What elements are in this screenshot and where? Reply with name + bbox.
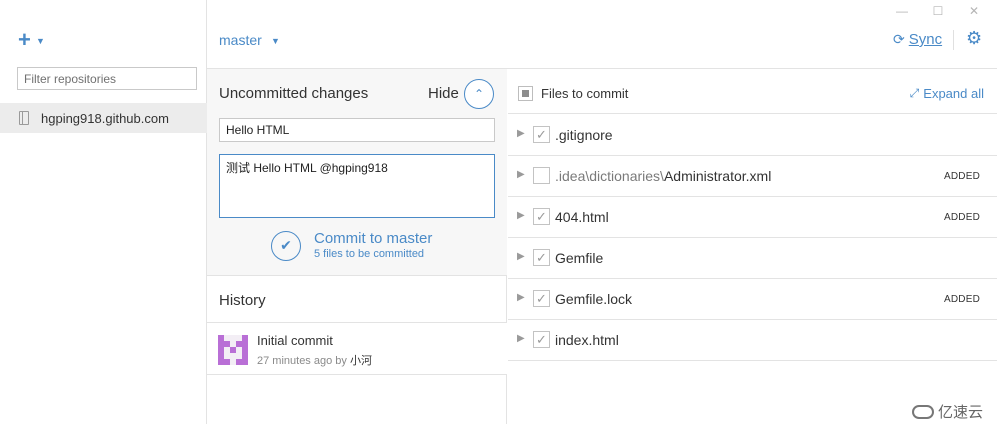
watermark: 亿速云 — [911, 401, 983, 422]
close-icon[interactable]: ✕ — [967, 4, 981, 18]
minimize-icon[interactable]: — — [895, 4, 909, 18]
maximize-icon[interactable]: ☐ — [931, 4, 945, 18]
file-checkbox[interactable]: ✓ — [533, 290, 550, 307]
file-status: ADDED — [943, 171, 980, 182]
file-checkbox[interactable]: ✓ — [533, 126, 550, 143]
commit-label: Commit to master — [314, 230, 433, 247]
filter-repositories-input[interactable] — [17, 67, 197, 90]
changes-column: Uncommitted changes Hide ⌃ 测试 Hello HTML… — [207, 69, 507, 424]
sync-icon: ⟳ — [893, 31, 905, 47]
history-title: History — [219, 292, 266, 309]
sync-label: Sync — [908, 31, 943, 48]
branch-selector[interactable]: master — [219, 32, 262, 48]
header-divider — [953, 30, 954, 50]
checkmark-icon: ✔ — [271, 230, 301, 261]
file-name: index.html — [555, 332, 619, 348]
add-menu-caret-icon[interactable]: ▼ — [36, 36, 45, 46]
gear-icon[interactable]: ⚙ — [966, 28, 982, 49]
files-to-commit-label: Files to commit — [541, 86, 629, 101]
branch-caret-icon[interactable]: ▼ — [271, 36, 280, 46]
file-row[interactable]: ▶ ✓ Gemfile.lock ADDED — [508, 279, 997, 320]
file-name: 404.html — [555, 209, 609, 225]
commit-files-count: 5 files to be committed — [314, 248, 425, 260]
file-row[interactable]: ▶ ✓ .gitignore — [508, 115, 997, 156]
file-name: Gemfile — [555, 250, 604, 266]
file-checkbox[interactable]: ✓ — [533, 208, 550, 225]
watermark-text: 亿速云 — [937, 403, 983, 421]
expand-all-label: Expand all — [923, 86, 984, 101]
cloud-logo-icon — [911, 404, 934, 419]
commit-meta: 27 minutes ago by 小河 — [257, 352, 372, 368]
file-name: .gitignore — [555, 127, 613, 143]
collapse-button[interactable]: ⌃ — [464, 79, 494, 109]
file-status: ADDED — [943, 294, 980, 305]
file-row[interactable]: ▶ ✓ 404.html ADDED — [508, 197, 997, 238]
history-commit-item[interactable]: Initial commit 27 minutes ago by 小河 — [207, 323, 507, 375]
file-name: Gemfile.lock — [555, 291, 633, 307]
commit-button[interactable]: ✔ Commit to master 5 files to be committ… — [271, 230, 432, 261]
chevron-right-icon[interactable]: ▶ — [517, 210, 525, 221]
file-row[interactable]: ▶ ✓ index.html — [508, 320, 997, 361]
file-status: ADDED — [943, 212, 980, 223]
expand-icon: ⤢ — [909, 86, 920, 100]
window-controls: — ☐ ✕ — [895, 4, 981, 18]
file-checkbox[interactable]: ✓ — [533, 331, 550, 348]
hide-label[interactable]: Hide — [428, 85, 459, 102]
sync-button[interactable]: ⟳ Sync — [893, 31, 942, 48]
expand-all-button[interactable]: ⤢ Expand all — [910, 86, 984, 101]
chevron-right-icon[interactable]: ▶ — [517, 251, 525, 262]
chevron-right-icon[interactable]: ▶ — [517, 128, 525, 139]
file-checkbox[interactable]: ✓ — [533, 249, 550, 266]
commit-time: 27 minutes ago by — [257, 355, 350, 367]
file-name: .idea\dictionaries\Administrator.xml — [555, 168, 772, 184]
repository-sidebar: + ▼ hgping918.github.com — [0, 0, 207, 424]
file-checkbox[interactable] — [533, 167, 550, 184]
repository-label: hgping918.github.com — [41, 110, 169, 126]
commit-author: 小河 — [349, 355, 372, 367]
add-repository-button[interactable]: + — [18, 29, 31, 51]
files-column: Files to commit ⤢ Expand all ▶ ✓ .gitign… — [508, 69, 997, 424]
uncommitted-changes-title: Uncommitted changes — [219, 85, 369, 102]
file-row[interactable]: ▶ ✓ Gemfile — [508, 238, 997, 279]
commit-message: Initial commit — [257, 333, 333, 348]
files-header: Files to commit ⤢ Expand all — [508, 69, 997, 114]
file-row[interactable]: ▶ .idea\dictionaries\Administrator.xml A… — [508, 156, 997, 197]
chevron-right-icon[interactable]: ▶ — [517, 333, 525, 344]
repository-item[interactable]: hgping918.github.com — [0, 103, 207, 133]
select-all-checkbox[interactable] — [518, 86, 533, 101]
uncommitted-changes-panel: Uncommitted changes Hide ⌃ 测试 Hello HTML… — [207, 69, 507, 276]
commit-description-input[interactable]: 测试 Hello HTML @hgping918 — [219, 154, 495, 218]
avatar — [218, 335, 248, 365]
chevron-right-icon[interactable]: ▶ — [517, 169, 525, 180]
chevron-up-icon: ⌃ — [473, 87, 485, 101]
chevron-right-icon[interactable]: ▶ — [517, 292, 525, 303]
repository-book-icon — [19, 111, 29, 125]
commit-summary-input[interactable] — [219, 118, 495, 142]
